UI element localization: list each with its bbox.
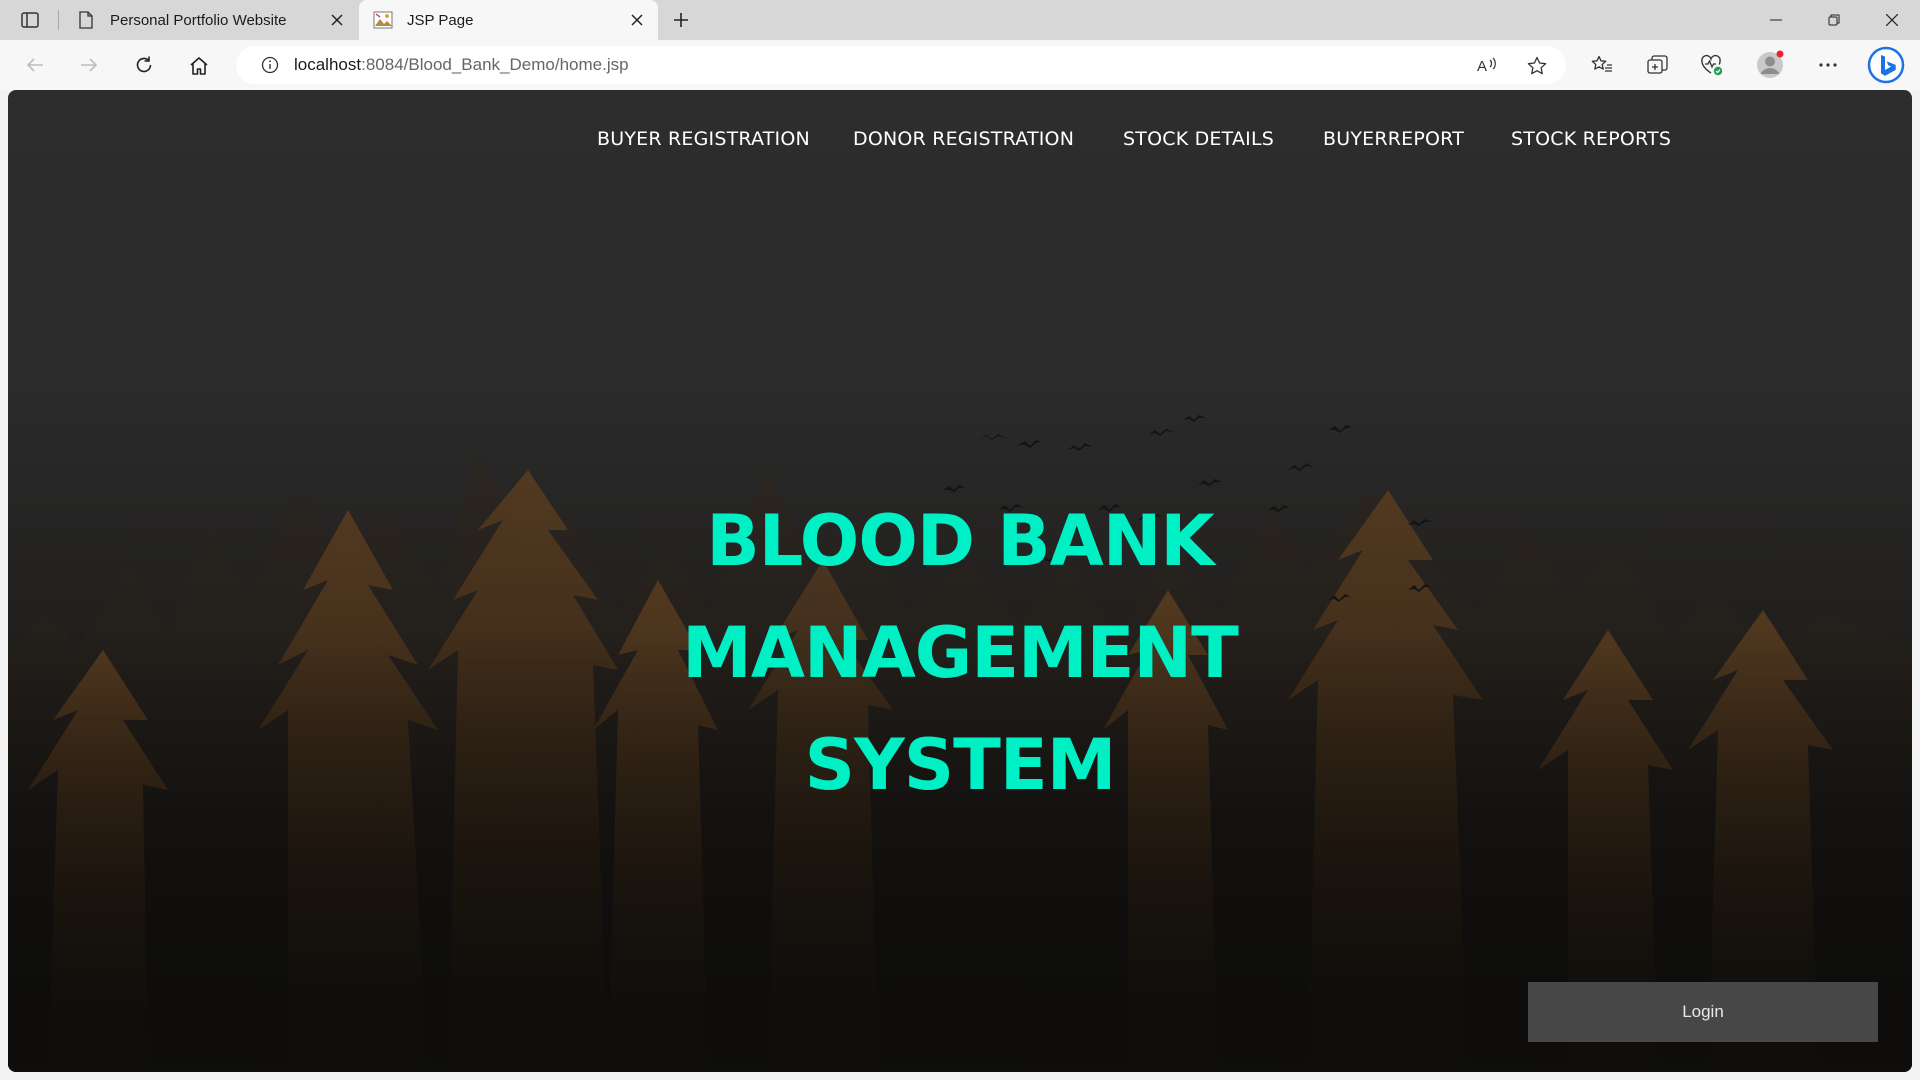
nav-stock-details[interactable]: STOCK DETAILS [1123, 128, 1274, 150]
close-tab-icon[interactable] [622, 5, 652, 35]
favorite-star-icon[interactable] [1520, 49, 1554, 81]
window-bottom-edge [0, 1072, 1920, 1080]
svg-text:A: A [1477, 58, 1487, 74]
close-window-icon[interactable] [1864, 0, 1920, 40]
collections-icon[interactable] [1640, 49, 1676, 81]
nav-stock-reports[interactable]: STOCK REPORTS [1511, 128, 1671, 150]
profile-avatar-icon[interactable] [1752, 49, 1788, 81]
nav-buyer-report[interactable]: BUYERREPORT [1323, 128, 1464, 150]
refresh-icon[interactable] [127, 49, 161, 81]
hero-title-line: BLOOD BANK [706, 500, 1214, 582]
forward-arrow-icon[interactable] [72, 49, 106, 81]
hero-title-line: SYSTEM [804, 724, 1117, 806]
tab-personal-portfolio[interactable]: Personal Portfolio Website [62, 0, 358, 40]
login-button[interactable]: Login [1528, 982, 1878, 1042]
url-text[interactable]: localhost:8084/Blood_Bank_Demo/home.jsp [294, 55, 629, 75]
image-favicon-icon [373, 10, 393, 30]
address-bar[interactable]: localhost:8084/Blood_Bank_Demo/home.jsp [236, 46, 1566, 84]
browser-essentials-icon[interactable] [1694, 49, 1730, 81]
browser-tab-strip: Personal Portfolio Website JSP Page [0, 0, 1920, 40]
tab-title: Personal Portfolio Website [110, 11, 287, 29]
tab-title: JSP Page [407, 11, 474, 29]
close-tab-icon[interactable] [322, 5, 352, 35]
more-options-icon[interactable] [1810, 49, 1846, 81]
tab-actions-icon[interactable] [16, 8, 44, 32]
home-icon[interactable] [182, 49, 216, 81]
browser-toolbar: localhost:8084/Blood_Bank_Demo/home.jsp … [0, 40, 1920, 90]
page-viewport: BUYER REGISTRATION DONOR REGISTRATION ST… [8, 90, 1912, 1072]
nav-donor-registration[interactable]: DONOR REGISTRATION [853, 128, 1074, 150]
minimize-icon[interactable] [1748, 0, 1804, 40]
site-info-icon[interactable] [250, 46, 290, 84]
bing-copilot-icon[interactable] [1866, 45, 1906, 85]
restore-icon[interactable] [1806, 0, 1862, 40]
url-path: :8084/Blood_Bank_Demo/home.jsp [361, 55, 629, 74]
tab-separator [58, 10, 59, 30]
page-icon [76, 10, 96, 30]
hero-title-line: MANAGEMENT [682, 612, 1239, 694]
read-aloud-icon[interactable]: A [1470, 49, 1504, 81]
url-host: localhost [294, 55, 362, 74]
hero-title: BLOOD BANK MANAGEMENT SYSTEM [8, 485, 1912, 821]
back-arrow-icon[interactable] [18, 49, 52, 81]
nav-buyer-registration[interactable]: BUYER REGISTRATION [597, 128, 810, 150]
new-tab-plus-icon[interactable] [666, 6, 696, 34]
main-navigation: BUYER REGISTRATION DONOR REGISTRATION ST… [8, 128, 1912, 158]
tab-jsp-page[interactable]: JSP Page [359, 0, 658, 40]
favorites-icon[interactable] [1584, 49, 1620, 81]
